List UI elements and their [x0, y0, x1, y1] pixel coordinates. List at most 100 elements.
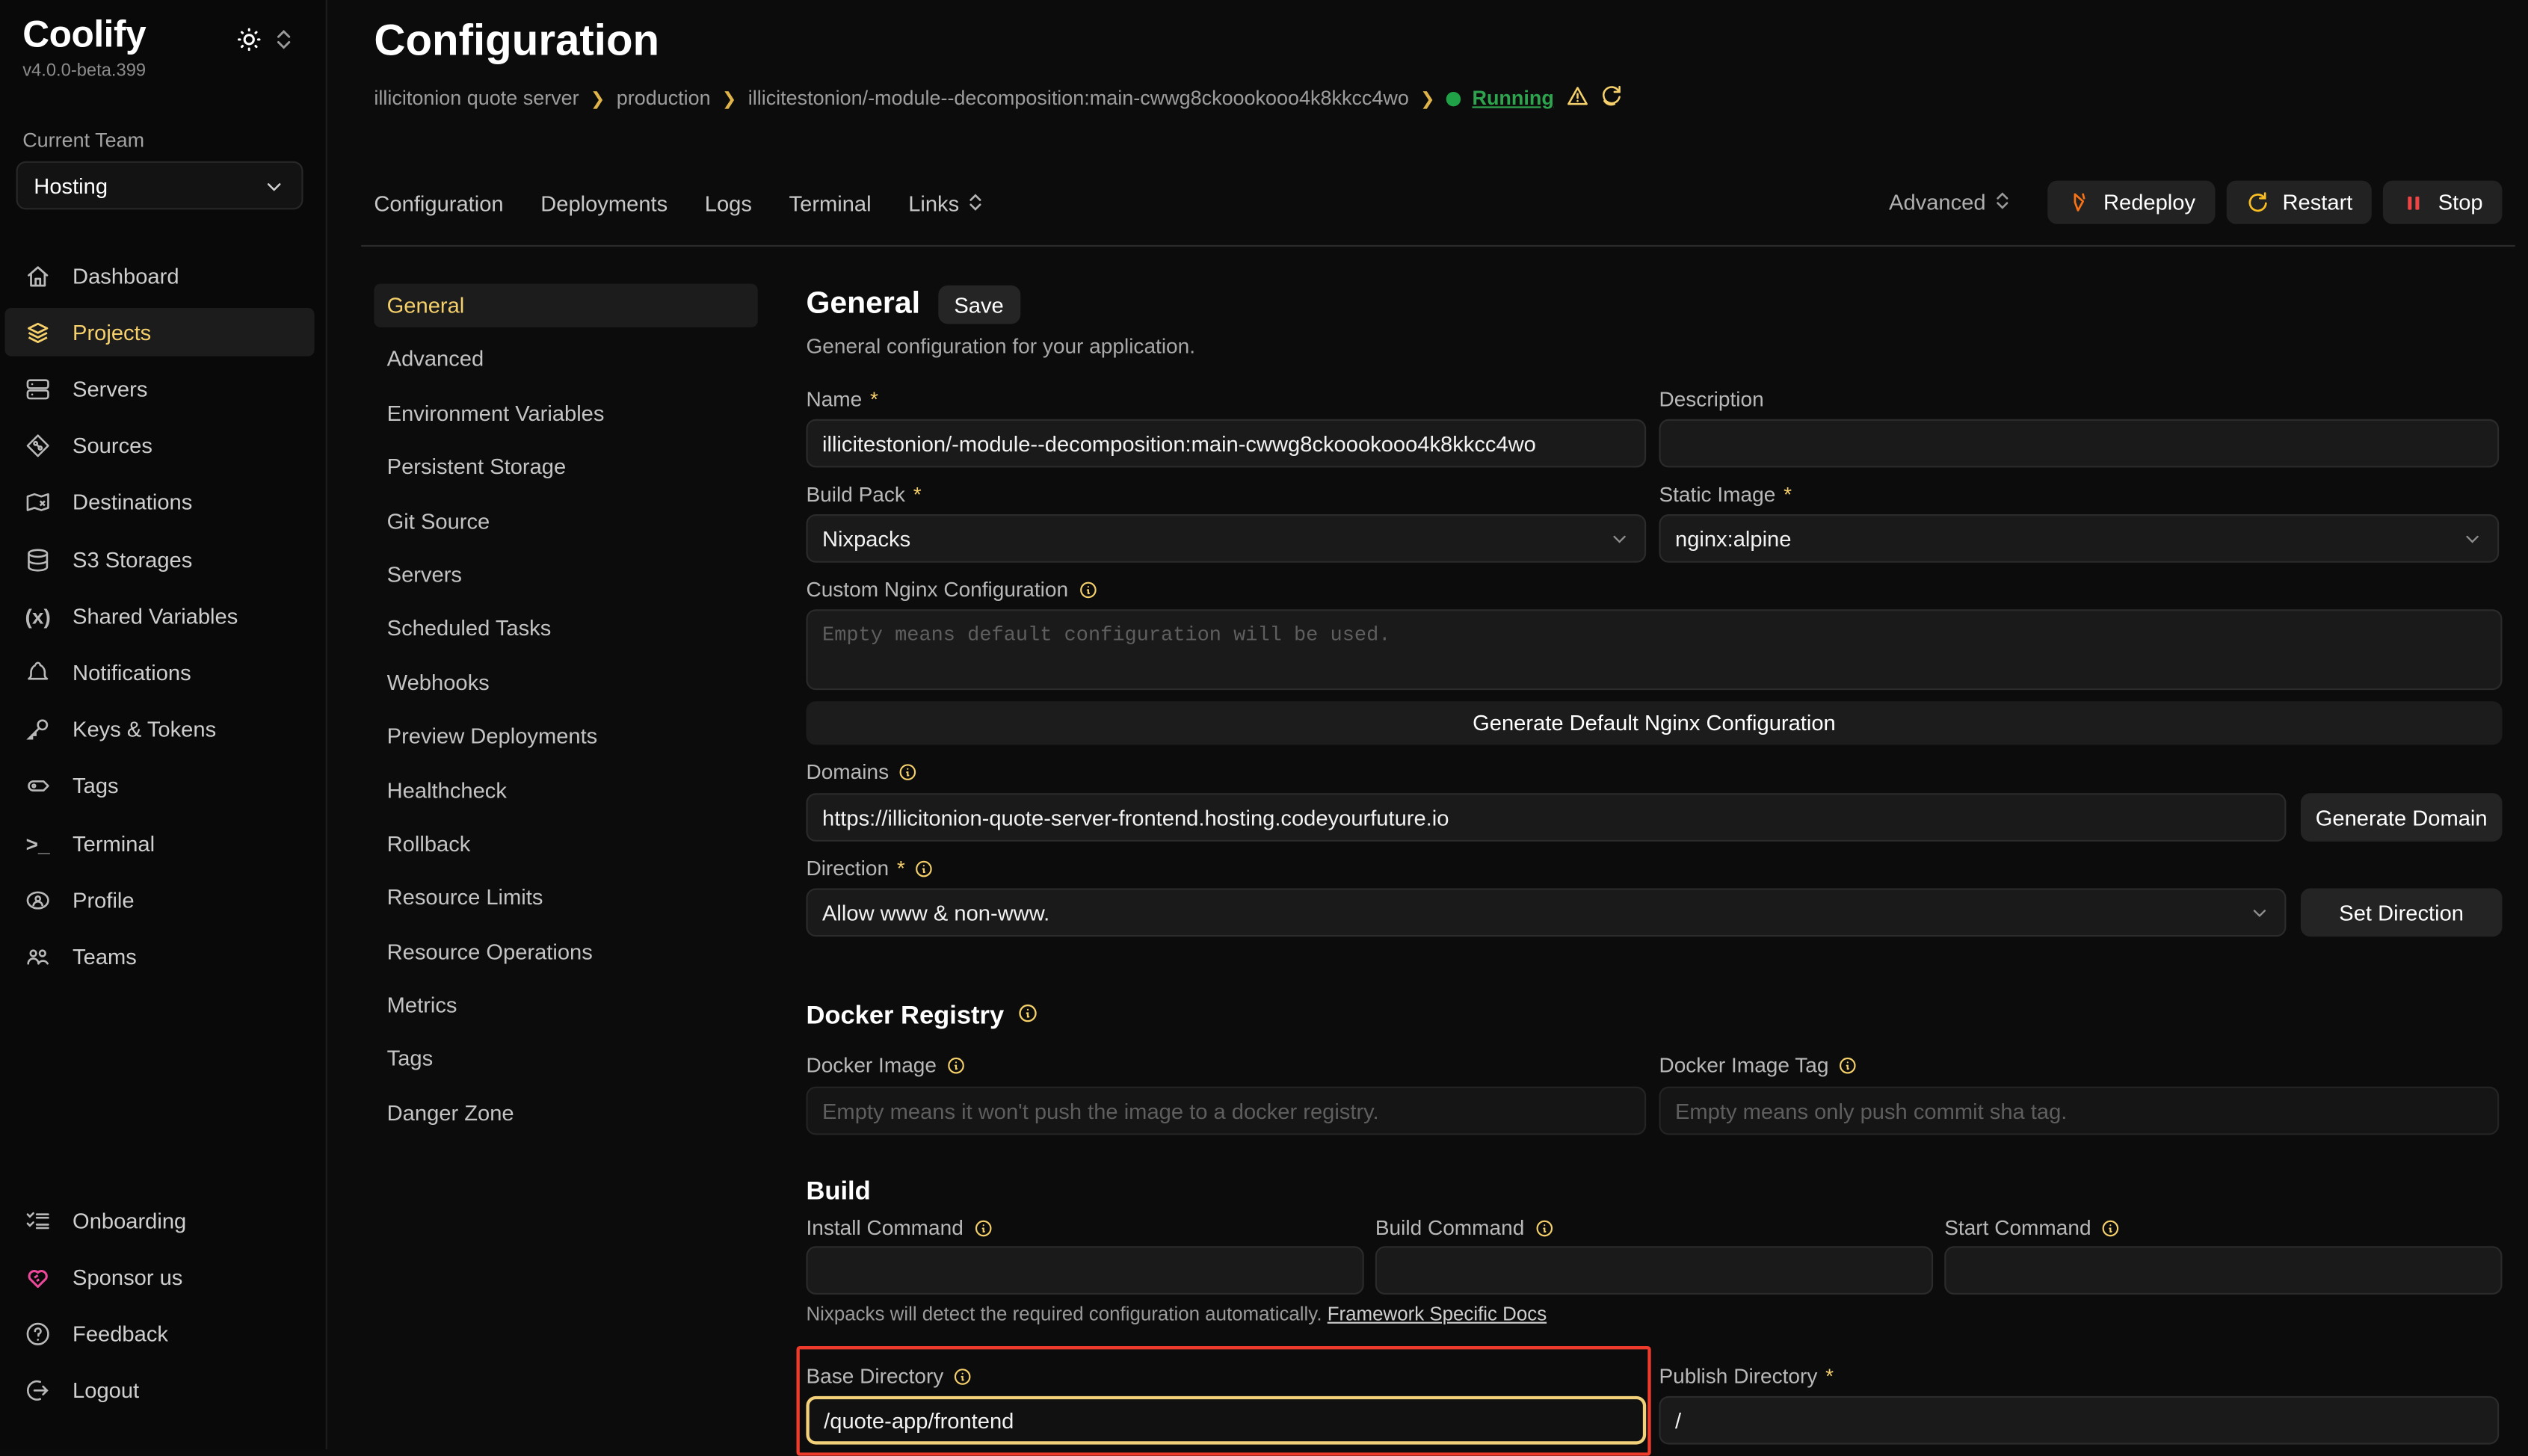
config-nav-item-resource-limits[interactable]: Resource Limits [374, 876, 757, 919]
sidebar-item-destinations[interactable]: Destinations [4, 477, 314, 525]
direction-label-row: Direction * [806, 856, 2502, 880]
info-icon[interactable] [898, 762, 918, 781]
static-image-select[interactable]: nginx:alpine [1659, 514, 2499, 563]
chevron-up-down-icon[interactable] [274, 28, 294, 60]
sidebar-item-notifications[interactable]: Notifications [4, 648, 314, 697]
tab-configuration[interactable]: Configuration [374, 192, 503, 216]
config-nav-item-git-source[interactable]: Git Source [374, 499, 757, 543]
config-nav-item-rollback[interactable]: Rollback [374, 822, 757, 866]
direction-label: Direction * [806, 856, 2502, 880]
config-nav-item-general[interactable]: General [374, 284, 757, 327]
sidebar-item-dashboard[interactable]: Dashboard [4, 251, 314, 300]
redeploy-button[interactable]: Redeploy [2047, 181, 2215, 224]
sidebar-item-label: Tags [73, 773, 119, 797]
info-icon[interactable] [1017, 1003, 1038, 1032]
config-nav-item-environment-variables[interactable]: Environment Variables [374, 392, 757, 435]
chevron-up-down-icon [1994, 189, 2010, 215]
section-title: General [806, 287, 920, 322]
users-icon [22, 941, 53, 972]
sidebar-item-tags[interactable]: Tags [4, 761, 314, 809]
direction-select[interactable]: Allow www & non-www. [806, 888, 2286, 937]
build-pack-select[interactable]: Nixpacks [806, 514, 1646, 563]
save-button[interactable]: Save [938, 286, 1020, 324]
breadcrumb-item-project[interactable]: illicitonion quote server [374, 87, 579, 109]
config-nav-item-servers[interactable]: Servers [374, 553, 757, 596]
sidebar-item-sources[interactable]: Sources [4, 421, 314, 469]
key-icon [22, 713, 53, 744]
team-select[interactable]: Hosting [16, 161, 303, 210]
sidebar-item-projects[interactable]: Projects [4, 308, 314, 357]
start-command-input[interactable] [1944, 1246, 2502, 1295]
warning-triangle-icon[interactable] [1565, 84, 1589, 113]
publish-directory-label: Publish Directory * [1659, 1364, 2499, 1388]
sidebar-item-s3-storages[interactable]: S3 Storages [4, 535, 314, 584]
sidebar-item-feedback[interactable]: Feedback [4, 1309, 314, 1357]
install-command-input[interactable] [806, 1246, 1363, 1295]
status-badge[interactable]: Running [1472, 87, 1553, 109]
sidebar-item-label: Destinations [73, 490, 192, 513]
config-nav-item-tags[interactable]: Tags [374, 1037, 757, 1081]
tab-deployments[interactable]: Deployments [540, 192, 668, 216]
info-icon[interactable] [1534, 1218, 1553, 1238]
sidebar-item-shared-variables[interactable]: (x) Shared Variables [4, 592, 314, 641]
config-nav-item-danger-zone[interactable]: Danger Zone [374, 1091, 757, 1135]
build-heading: Build [806, 1179, 2502, 1208]
info-icon[interactable] [915, 859, 934, 878]
breadcrumb-item-environment[interactable]: production [617, 87, 711, 109]
config-nav-item-preview-deployments[interactable]: Preview Deployments [374, 715, 757, 758]
chevron-right-icon: ❯ [1420, 88, 1435, 109]
tab-terminal[interactable]: Terminal [789, 192, 872, 216]
required-asterisk: * [897, 856, 905, 880]
info-icon[interactable] [2101, 1218, 2121, 1238]
restart-button[interactable]: Restart [2226, 181, 2372, 224]
config-nav-item-webhooks[interactable]: Webhooks [374, 661, 757, 704]
framework-specific-docs-link[interactable]: Framework Specific Docs [1328, 1303, 1547, 1325]
build-note: Nixpacks will detect the required config… [806, 1303, 2502, 1325]
sidebar-item-servers[interactable]: Servers [4, 364, 314, 413]
sidebar-item-keys-and-tokens[interactable]: Keys & Tokens [4, 705, 314, 753]
tab-logs[interactable]: Logs [705, 192, 752, 216]
breadcrumb-item-resource[interactable]: illicitestonion/-module--decomposition:m… [748, 87, 1409, 109]
sidebar-item-profile[interactable]: Profile [4, 875, 314, 924]
publish-directory-input[interactable]: / [1659, 1396, 2499, 1445]
sidebar-item-terminal[interactable]: >_ Terminal [4, 819, 314, 868]
stop-button[interactable]: Stop [2383, 181, 2502, 224]
sidebar-item-onboarding[interactable]: Onboarding [4, 1196, 314, 1244]
custom-nginx-textarea[interactable]: Empty means default configuration will b… [806, 609, 2502, 690]
docker-image-tag-input[interactable]: Empty means only push commit sha tag. [1659, 1087, 2499, 1135]
breadcrumb: illicitonion quote server ❯ production ❯… [374, 85, 1623, 111]
generate-domain-button[interactable]: Generate Domain [2301, 793, 2503, 842]
config-nav-item-healthcheck[interactable]: Healthcheck [374, 768, 757, 812]
tab-links[interactable]: Links [908, 191, 983, 218]
build-command-label: Build Command [1375, 1215, 1933, 1239]
advanced-dropdown[interactable]: Advanced [1889, 189, 2010, 215]
config-nav-item-metrics[interactable]: Metrics [374, 984, 757, 1027]
restart-icon [2245, 191, 2269, 215]
config-nav-item-resource-operations[interactable]: Resource Operations [374, 930, 757, 973]
pause-icon [2402, 191, 2425, 214]
build-heading-row: Build [806, 1179, 2502, 1208]
app-logo[interactable]: Coolify [22, 13, 146, 56]
set-direction-button[interactable]: Set Direction [2301, 888, 2503, 937]
sidebar-item-logout[interactable]: Logout [4, 1366, 314, 1414]
info-icon[interactable] [973, 1218, 993, 1238]
buildpack-staticimage-selects: Nixpacks nginx:alpine [806, 514, 2502, 563]
refresh-icon[interactable] [1599, 84, 1623, 113]
sidebar-item-teams[interactable]: Teams [4, 932, 314, 981]
info-icon[interactable] [1078, 579, 1097, 599]
generate-default-nginx-configuration-button[interactable]: Generate Default Nginx Configuration [806, 701, 2502, 744]
info-icon[interactable] [946, 1055, 966, 1075]
name-input[interactable]: illicitestonion/-module--decomposition:m… [806, 419, 1646, 468]
config-nav-item-scheduled-tasks[interactable]: Scheduled Tasks [374, 607, 757, 650]
docker-image-tag-label: Docker Image Tag [1659, 1052, 2499, 1076]
description-input[interactable] [1659, 419, 2499, 468]
sun-icon[interactable] [235, 26, 263, 61]
docker-registry-labels: Docker Image Docker Image Tag [806, 1052, 2502, 1076]
sidebar-item-sponsor-us[interactable]: Sponsor us [4, 1253, 314, 1301]
config-nav-item-persistent-storage[interactable]: Persistent Storage [374, 445, 757, 489]
docker-image-input[interactable]: Empty means it won't push the image to a… [806, 1087, 1646, 1135]
config-nav-item-advanced[interactable]: Advanced [374, 338, 757, 381]
domains-input[interactable]: https://illicitonion-quote-server-fronte… [806, 793, 2286, 842]
info-icon[interactable] [1838, 1055, 1858, 1075]
build-command-input[interactable] [1375, 1246, 1933, 1295]
